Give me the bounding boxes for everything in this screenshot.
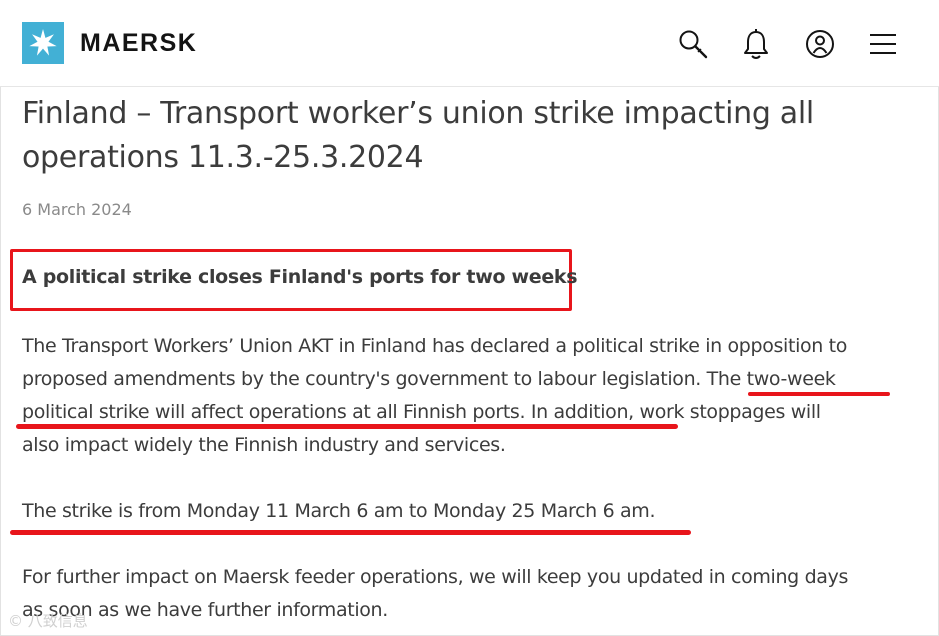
menu-icon[interactable]	[863, 24, 903, 64]
paragraph-line: The Transport Workers’ Union AKT in Finl…	[22, 335, 848, 357]
highlight-underline	[10, 530, 691, 535]
highlight-underline	[16, 424, 678, 429]
page-title: Finland – Transport worker’s union strik…	[22, 92, 902, 180]
article-paragraph-2: The strike is from Monday 11 March 6 am …	[22, 500, 656, 522]
paragraph-line: as soon as we have further information.	[22, 599, 388, 621]
user-icon[interactable]	[800, 24, 840, 64]
search-icon[interactable]	[673, 24, 713, 64]
header-actions	[0, 24, 939, 64]
publish-date: 6 March 2024	[22, 200, 132, 219]
paragraph-line: For further impact on Maersk feeder oper…	[22, 566, 849, 588]
paragraph-line: also impact widely the Finnish industry …	[22, 434, 506, 456]
title-line: Finland – Transport worker’s union strik…	[22, 96, 814, 131]
paragraph-line: proposed amendments by the country's gov…	[22, 368, 836, 390]
title-line: operations 11.3.-25.3.2024	[22, 140, 424, 175]
site-header: MAERSK	[0, 0, 939, 87]
highlight-underline	[748, 392, 890, 396]
article-paragraph-3: For further impact on Maersk feeder oper…	[22, 561, 848, 627]
watermark: © 八致信息	[8, 612, 88, 630]
bell-icon[interactable]	[736, 24, 776, 64]
article-subheading: A political strike closes Finland's port…	[22, 266, 578, 288]
article-paragraph-1: The Transport Workers’ Union AKT in Finl…	[22, 330, 847, 462]
